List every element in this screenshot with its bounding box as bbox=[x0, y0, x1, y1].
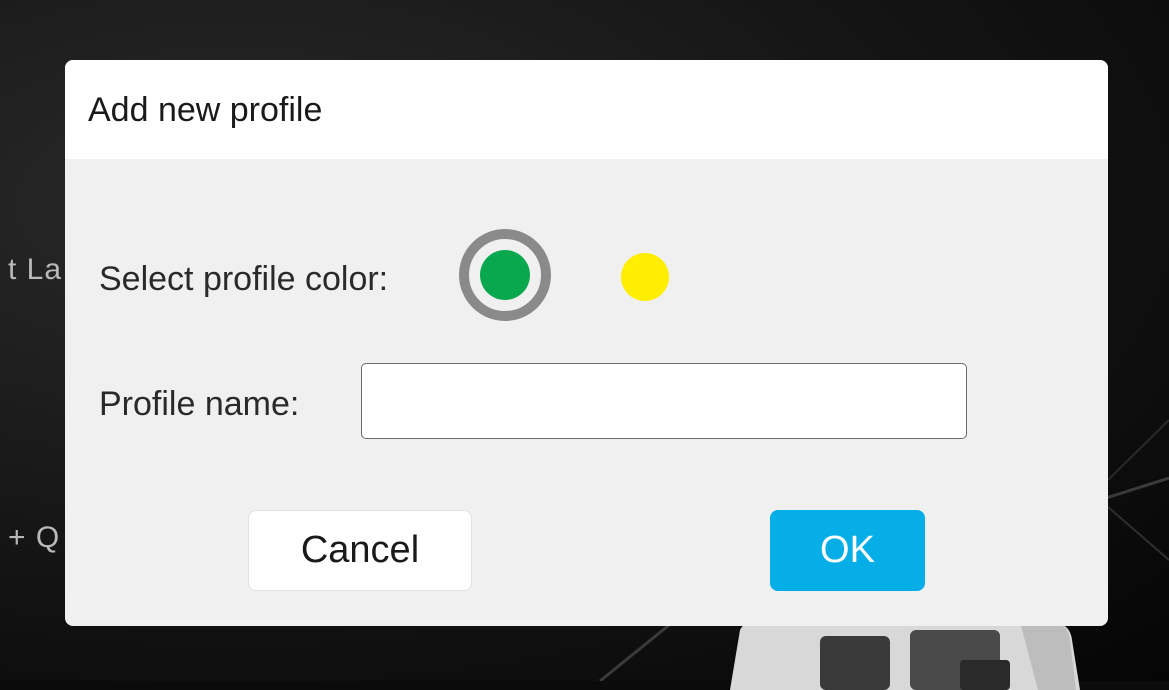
ok-button[interactable]: OK bbox=[770, 510, 925, 591]
add-profile-dialog: Add new profile Select profile color: Pr… bbox=[65, 60, 1108, 626]
color-swatch-green[interactable] bbox=[459, 229, 551, 321]
dialog-title: Add new profile bbox=[88, 91, 323, 129]
color-swatch-yellow[interactable] bbox=[621, 253, 669, 301]
background-partial-label: + Q bbox=[8, 521, 61, 554]
profile-name-label: Profile name: bbox=[99, 385, 300, 423]
profile-color-label: Select profile color: bbox=[99, 260, 389, 298]
profile-name-input[interactable] bbox=[361, 363, 967, 439]
dialog-header: Add new profile bbox=[65, 60, 1108, 159]
background-partial-label: t La bbox=[8, 253, 63, 286]
cancel-button[interactable]: Cancel bbox=[248, 510, 472, 591]
color-swatch-green-fill bbox=[480, 250, 530, 300]
